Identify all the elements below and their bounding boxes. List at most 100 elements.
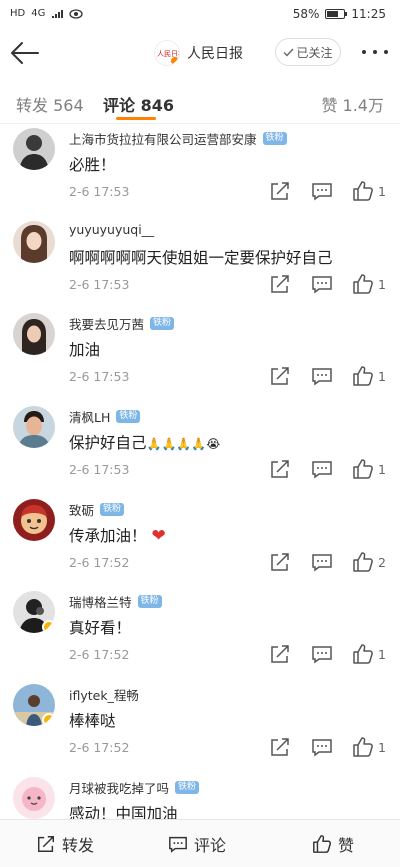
fan-badge: 铁粉 — [175, 780, 200, 794]
comment-icon[interactable] — [311, 736, 333, 758]
comment-username[interactable]: 上海市货拉拉有限公司运营部安康 — [69, 129, 257, 148]
comment-username[interactable]: 清枫LH — [69, 407, 110, 426]
fan-badge: 铁粉 — [262, 132, 287, 145]
avatar[interactable] — [13, 128, 55, 170]
top-navigation: 人民日报 人民日报 已关注 — [0, 30, 400, 76]
eye-icon — [69, 8, 84, 19]
comment-timestamp: 2-6 17:52 — [69, 740, 130, 756]
thumbs-up-icon[interactable] — [352, 643, 374, 665]
repost-icon[interactable] — [269, 180, 291, 202]
repost-icon[interactable] — [269, 273, 291, 295]
repost-icon[interactable] — [269, 643, 291, 665]
more-options-button[interactable] — [360, 40, 390, 64]
comment-username[interactable]: 月球被我吃掉了吗 — [69, 778, 169, 797]
avatar[interactable] — [13, 498, 55, 541]
comment-header: 月球被我吃掉了吗 铁粉 — [69, 778, 200, 797]
praying-hands-emoji: 🙏🙏🙏🙏😭 — [146, 437, 221, 452]
comment-text: 啊啊啊啊啊天使姐姐一定要保护好自己 — [69, 248, 333, 267]
like-count: 1 — [378, 462, 386, 478]
thumbs-up-icon[interactable] — [352, 180, 374, 202]
thumbs-up-icon[interactable] — [352, 365, 374, 387]
like-count: 1 — [378, 276, 386, 292]
repost-icon[interactable] — [269, 365, 291, 387]
like-count: 1 — [378, 647, 386, 663]
avatar-image — [13, 776, 55, 819]
comment-timestamp: 2-6 17:53 — [69, 462, 130, 478]
avatar-image — [13, 498, 55, 541]
verified-badge-icon — [170, 56, 179, 65]
comment-text: 棒棒哒 — [69, 712, 116, 731]
comment-username[interactable]: 我要去见万茜 — [69, 314, 144, 333]
thumbs-up-icon[interactable] — [352, 736, 374, 758]
tab-reposts[interactable]: 转发 564 — [16, 92, 84, 116]
comment-username[interactable]: yuyuyuyuqi__ — [69, 222, 154, 237]
comment-username[interactable]: iflytek_程畅 — [69, 685, 139, 704]
network-indicators: HD 4G — [10, 8, 84, 19]
dot-icon — [384, 50, 388, 54]
comment-username[interactable]: 致砺 — [69, 500, 94, 519]
heart-emoji: ❤ — [151, 525, 166, 546]
comment-list[interactable]: 上海市货拉拉有限公司运营部安康 铁粉 必胜！ 2-6 17:53 1 yuyuy… — [0, 124, 400, 819]
fan-badge: 铁粉 — [150, 317, 175, 331]
comment-header: 致砺 铁粉 — [69, 500, 125, 519]
comment-item: yuyuyuyuqi__ 啊啊啊啊啊天使姐姐一定要保护好自己 2-6 17:53… — [0, 217, 400, 310]
comment-timestamp: 2-6 17:53 — [69, 369, 130, 385]
thumbs-up-icon[interactable] — [352, 458, 374, 480]
avatar[interactable] — [13, 220, 55, 263]
repost-button[interactable]: 转发 — [36, 820, 94, 867]
comment-icon[interactable] — [311, 365, 333, 387]
avatar[interactable] — [13, 684, 55, 727]
tab-comments[interactable]: 评论 846 — [103, 92, 174, 116]
repost-label: 转发 — [62, 836, 95, 855]
comment-item: 致砺 铁粉 传承加油！ ❤ 2-6 17:52 2 — [0, 495, 400, 588]
thumbs-up-icon[interactable] — [352, 551, 374, 573]
like-button[interactable]: 赞 — [312, 820, 354, 867]
comment-username[interactable]: 瑞博格兰特 — [69, 592, 132, 611]
comment-text: 必胜！ — [69, 156, 116, 174]
comment-icon[interactable] — [311, 551, 333, 573]
clock: 11:25 — [351, 7, 386, 21]
repost-icon[interactable] — [269, 458, 291, 480]
back-arrow-icon — [11, 42, 39, 64]
comment-header: yuyuyuyuqi__ — [69, 222, 154, 237]
comment-timestamp: 2-6 17:53 — [69, 276, 130, 292]
comment-text: 传承加油！ ❤ — [69, 524, 166, 546]
verified-badge-icon — [42, 620, 55, 634]
fan-badge: 铁粉 — [137, 595, 162, 609]
comment-icon[interactable] — [311, 273, 333, 295]
hd-indicator: HD — [10, 8, 26, 19]
comment-text: 真好看！ — [69, 619, 132, 638]
avatar[interactable] — [13, 591, 55, 634]
avatar-image — [13, 128, 55, 170]
account-name[interactable]: 人民日报 — [187, 43, 243, 63]
avatar-image — [13, 313, 55, 356]
comment-icon[interactable] — [311, 180, 333, 202]
account-header[interactable]: 人民日报 人民日报 — [154, 40, 243, 66]
comment-body: 传承加油！ — [69, 526, 147, 545]
post-tabs: 转发 564 评论 846 赞 1.4万 — [0, 80, 400, 124]
repost-icon[interactable] — [269, 736, 291, 758]
back-button[interactable] — [8, 37, 42, 69]
account-avatar[interactable]: 人民日报 — [154, 40, 180, 66]
avatar[interactable] — [13, 406, 55, 449]
avatar[interactable] — [13, 776, 55, 819]
avatar[interactable] — [13, 313, 55, 356]
fan-badge: 铁粉 — [116, 410, 141, 424]
following-button[interactable]: 已关注 — [275, 38, 341, 66]
comment-icon[interactable] — [311, 458, 333, 480]
verified-badge-icon — [42, 713, 55, 727]
tab-likes[interactable]: 赞 1.4万 — [321, 92, 384, 116]
comment-text: 加油 — [69, 341, 101, 360]
battery-percent: 58% — [292, 7, 320, 21]
comment-item: 月球被我吃掉了吗 铁粉 感动！中国加油 — [0, 773, 400, 819]
thumbs-up-icon[interactable] — [352, 273, 374, 295]
comment-item: 瑞博格兰特 铁粉 真好看！ 2-6 17:52 1 — [0, 587, 400, 680]
dot-icon — [373, 50, 377, 54]
comment-item: 清枫LH 铁粉 保护好自己🙏🙏🙏🙏😭 2-6 17:53 1 — [0, 402, 400, 495]
dot-icon — [362, 50, 366, 54]
comment-icon[interactable] — [311, 643, 333, 665]
status-bar: HD 4G 58% 11:25 — [0, 0, 400, 30]
comment-button[interactable]: 评论 — [168, 820, 226, 867]
comment-icon — [169, 836, 187, 853]
repost-icon[interactable] — [269, 551, 291, 573]
